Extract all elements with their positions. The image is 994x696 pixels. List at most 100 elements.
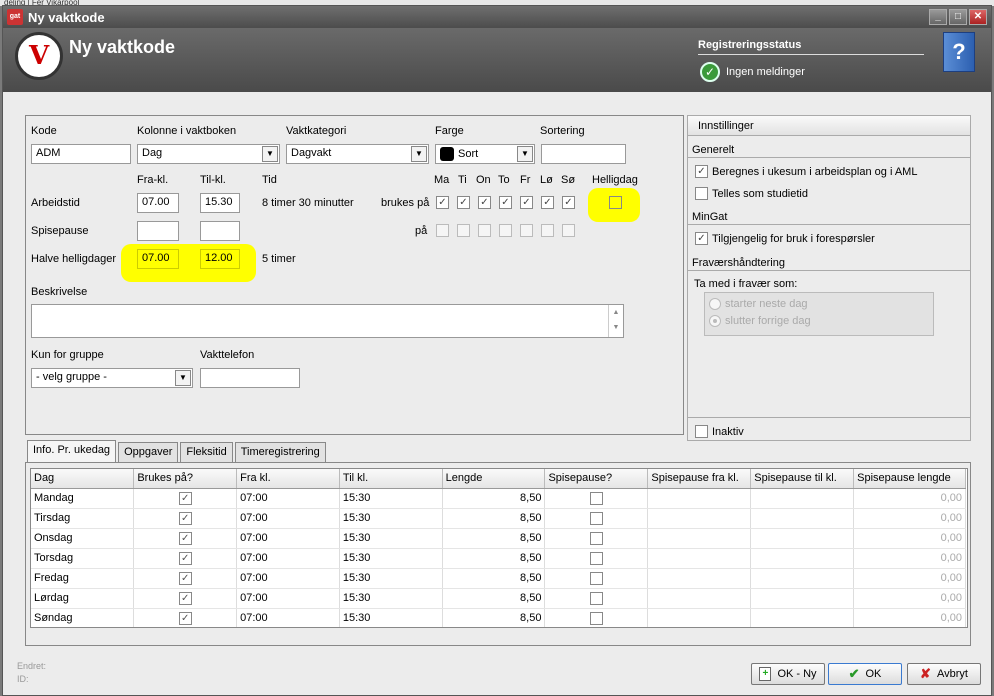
cell-til[interactable]: 15:30: [339, 568, 443, 589]
checkbox[interactable]: [589, 571, 603, 585]
cell-til[interactable]: 15:30: [339, 548, 443, 569]
cell-dag[interactable]: Lørdag: [31, 588, 135, 609]
checkbox[interactable]: ✓: [178, 511, 192, 525]
cell-brukes-checkbox[interactable]: ✓: [133, 508, 238, 529]
cell-sp-til[interactable]: [750, 588, 855, 609]
pause-day-checkbox[interactable]: [541, 224, 554, 237]
title-bar[interactable]: gat Ny vaktkode _ □ ✕: [3, 6, 991, 28]
cell-brukes-checkbox[interactable]: ✓: [133, 548, 238, 569]
checkbox[interactable]: ✓: [178, 571, 192, 585]
close-button[interactable]: ✕: [969, 9, 987, 25]
halve-fra-input[interactable]: 07.00: [137, 249, 179, 269]
cell-fra[interactable]: 07:00: [236, 608, 340, 627]
cell-brukes-checkbox[interactable]: ✓: [133, 608, 238, 627]
checkbox[interactable]: ✓: [178, 491, 192, 505]
cell-til[interactable]: 15:30: [339, 588, 443, 609]
day-checkbox-fr[interactable]: ✓: [520, 196, 533, 209]
checkbox[interactable]: [589, 531, 603, 545]
cell-spisepause-checkbox[interactable]: [544, 488, 649, 509]
cell-dag[interactable]: Torsdag: [31, 548, 135, 569]
cell-sp-til[interactable]: [750, 488, 855, 509]
tilgjengelig-checkbox[interactable]: ✓: [695, 232, 708, 245]
cell-spisepause-checkbox[interactable]: [544, 548, 649, 569]
col-til[interactable]: Til kl.: [339, 469, 443, 489]
cell-sp-lengde[interactable]: 0,00: [853, 608, 966, 627]
cell-sp-til[interactable]: [750, 548, 855, 569]
tab-info-ukedag[interactable]: Info. Pr. ukedag: [27, 440, 117, 462]
cell-lengde[interactable]: 8,50: [442, 568, 546, 589]
scrollbar[interactable]: ▲ ▼: [608, 305, 623, 337]
chevron-down-icon[interactable]: ▼: [262, 146, 278, 162]
cell-sp-lengde[interactable]: 0,00: [853, 548, 966, 569]
col-sp-til[interactable]: Spisepause til kl.: [750, 469, 855, 489]
cell-sp-til[interactable]: [750, 508, 855, 529]
checkbox[interactable]: [589, 511, 603, 525]
pause-day-checkbox[interactable]: [436, 224, 449, 237]
day-checkbox-lo[interactable]: ✓: [541, 196, 554, 209]
cell-lengde[interactable]: 8,50: [442, 508, 546, 529]
cell-fra[interactable]: 07:00: [236, 588, 340, 609]
cell-spisepause-checkbox[interactable]: [544, 528, 649, 549]
cell-fra[interactable]: 07:00: [236, 508, 340, 529]
col-dag[interactable]: Dag: [31, 469, 135, 489]
cell-sp-lengde[interactable]: 0,00: [853, 488, 966, 509]
col-lengde[interactable]: Lengde: [442, 469, 546, 489]
cell-brukes-checkbox[interactable]: ✓: [133, 528, 238, 549]
table-row[interactable]: Mandag ✓ 07:00 15:30 8,50 0,00: [31, 488, 966, 509]
table-row[interactable]: Onsdag ✓ 07:00 15:30 8,50 0,00: [31, 528, 966, 549]
cell-sp-lengde[interactable]: 0,00: [853, 568, 966, 589]
cell-lengde[interactable]: 8,50: [442, 488, 546, 509]
cell-sp-fra[interactable]: [647, 608, 752, 627]
tab-fleksitid[interactable]: Fleksitid: [180, 442, 233, 462]
cell-sp-lengde[interactable]: 0,00: [853, 588, 966, 609]
chevron-down-icon[interactable]: ▼: [411, 146, 427, 162]
checkbox[interactable]: [589, 611, 603, 625]
day-checkbox-to[interactable]: ✓: [499, 196, 512, 209]
checkbox[interactable]: ✓: [178, 611, 192, 625]
tab-oppgaver[interactable]: Oppgaver: [118, 442, 179, 462]
maximize-button[interactable]: □: [949, 9, 967, 25]
chevron-down-icon[interactable]: ▼: [517, 146, 533, 162]
table-row[interactable]: Lørdag ✓ 07:00 15:30 8,50 0,00: [31, 588, 966, 609]
cell-sp-fra[interactable]: [647, 488, 752, 509]
table-row[interactable]: Torsdag ✓ 07:00 15:30 8,50 0,00: [31, 548, 966, 569]
cell-sp-fra[interactable]: [647, 528, 752, 549]
cell-spisepause-checkbox[interactable]: [544, 568, 649, 589]
col-sp-lengde[interactable]: Spisepause lengde: [853, 469, 966, 489]
cell-dag[interactable]: Onsdag: [31, 528, 135, 549]
halve-til-input[interactable]: 12.00: [200, 249, 240, 269]
checkbox[interactable]: ✓: [178, 531, 192, 545]
cell-til[interactable]: 15:30: [339, 528, 443, 549]
kode-input[interactable]: ADM: [31, 144, 131, 164]
gruppe-select[interactable]: - velg gruppe - ▼: [31, 368, 193, 388]
cell-dag[interactable]: Søndag: [31, 608, 135, 627]
pause-day-checkbox[interactable]: [520, 224, 533, 237]
radio-starter[interactable]: starter neste dag: [709, 298, 808, 311]
cell-sp-til[interactable]: [750, 568, 855, 589]
helligdag-checkbox[interactable]: [609, 196, 622, 209]
cell-sp-lengde[interactable]: 0,00: [853, 528, 966, 549]
ok-ny-button[interactable]: + OK - Ny: [751, 663, 825, 685]
cell-sp-fra[interactable]: [647, 568, 752, 589]
cell-lengde[interactable]: 8,50: [442, 548, 546, 569]
kolonne-select[interactable]: Dag ▼: [137, 144, 280, 164]
checkbox[interactable]: ✓: [178, 591, 192, 605]
pause-day-checkbox[interactable]: [499, 224, 512, 237]
table-row[interactable]: Fredag ✓ 07:00 15:30 8,50 0,00: [31, 568, 966, 589]
cell-sp-fra[interactable]: [647, 508, 752, 529]
farge-select[interactable]: Sort ▼: [435, 144, 535, 164]
col-spisepause[interactable]: Spisepause?: [544, 469, 649, 489]
cell-spisepause-checkbox[interactable]: [544, 508, 649, 529]
cell-spisepause-checkbox[interactable]: [544, 588, 649, 609]
cell-til[interactable]: 15:30: [339, 488, 443, 509]
cell-fra[interactable]: 07:00: [236, 528, 340, 549]
spisepause-til-input[interactable]: [200, 221, 240, 241]
beskrivelse-textarea[interactable]: ▲ ▼: [31, 304, 624, 338]
cell-sp-til[interactable]: [750, 608, 855, 627]
kategori-select[interactable]: Dagvakt ▼: [286, 144, 429, 164]
sortering-input[interactable]: [541, 144, 626, 164]
cell-sp-lengde[interactable]: 0,00: [853, 508, 966, 529]
cell-fra[interactable]: 07:00: [236, 548, 340, 569]
cell-dag[interactable]: Mandag: [31, 488, 135, 509]
day-checkbox-ma[interactable]: ✓: [436, 196, 449, 209]
